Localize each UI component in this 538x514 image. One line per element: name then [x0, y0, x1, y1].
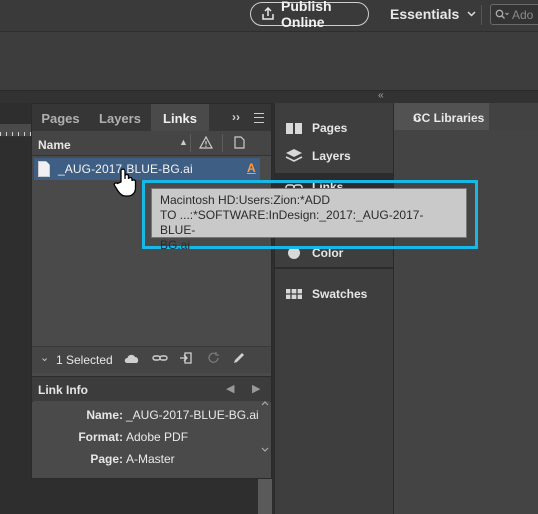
link-actions: [123, 351, 246, 365]
info-value: _AUG-2017-BLUE-BG.ai: [126, 408, 259, 422]
panel-button-swatches[interactable]: Swatches: [275, 280, 393, 308]
info-row-name: Name: _AUG-2017-BLUE-BG.ai: [33, 408, 261, 426]
search-stock-input[interactable]: Ado: [490, 4, 538, 25]
info-value: Adobe PDF: [126, 430, 189, 444]
collapse-panels-icon[interactable]: ‹‹: [378, 90, 384, 101]
tab-links[interactable]: Links: [151, 104, 209, 131]
tab-cc-libraries[interactable]: ›› CC Libraries: [394, 103, 489, 130]
cc-libraries-title: CC Libraries: [413, 111, 485, 125]
selection-count: 1 Selected: [56, 353, 113, 367]
panel-label: Layers: [312, 149, 351, 163]
horizontal-ruler: [0, 124, 32, 137]
column-divider: [190, 134, 191, 152]
info-key: Name:: [86, 408, 123, 422]
relink-icon[interactable]: [179, 351, 195, 365]
search-placeholder: Ado: [512, 7, 534, 22]
link-info-title: Link Info: [38, 383, 88, 397]
more-tabs-icon[interactable]: ››: [232, 110, 240, 124]
link-info-body: Name: _AUG-2017-BLUE-BG.ai Format: Adobe…: [33, 401, 270, 477]
warning-icon[interactable]: [199, 136, 213, 149]
panel-button-layers[interactable]: Layers: [275, 142, 393, 170]
edit-icon[interactable]: [232, 351, 246, 365]
previous-link-icon[interactable]: ◀: [226, 382, 234, 395]
hand-cursor-icon: [113, 168, 137, 197]
divider: [275, 267, 393, 269]
control-strip: [0, 32, 538, 91]
next-link-icon[interactable]: ▶: [252, 382, 260, 395]
column-divider: [222, 134, 223, 152]
page-icon[interactable]: [234, 136, 245, 149]
info-scrollbar[interactable]: [260, 401, 270, 455]
publish-online-label: Publish Online: [281, 0, 332, 30]
cloud-icon[interactable]: [123, 351, 141, 365]
info-row-page: Page: A-Master: [33, 452, 261, 470]
pages-icon: [286, 123, 302, 134]
publish-online-button[interactable]: Publish Online: [250, 0, 369, 30]
search-icon: [495, 9, 509, 19]
info-key: Format:: [78, 430, 123, 444]
link-icon[interactable]: [152, 351, 168, 365]
publish-icon: [262, 7, 274, 20]
application-bar: Publish Online Essentials Ado: [0, 0, 538, 32]
link-info-header: Link Info ◀ ▶: [32, 376, 271, 402]
links-footer: ⌄ 1 Selected: [32, 346, 271, 373]
file-icon: [38, 161, 50, 177]
links-panel: Pages Layers Links ›› Name ▲ _AUG-2017-B…: [31, 103, 272, 479]
panel-dock-bar: [0, 91, 538, 103]
update-icon[interactable]: [206, 351, 221, 365]
panel-menu-icon[interactable]: [254, 113, 264, 123]
info-value: A-Master: [126, 452, 175, 466]
panel-button-pages[interactable]: Pages: [275, 114, 393, 142]
workspace-label: Essentials: [390, 6, 460, 22]
tab-pages[interactable]: Pages: [32, 104, 89, 131]
panel-tabs: Pages Layers Links ››: [32, 104, 271, 131]
layers-icon: [285, 149, 303, 162]
divider: [481, 5, 482, 25]
sort-up-icon[interactable]: ▲: [179, 137, 188, 147]
swatches-icon: [286, 289, 302, 299]
info-key: Page:: [90, 452, 123, 466]
panel-label: Swatches: [312, 287, 368, 301]
cc-libraries-panel: ›› CC Libraries: [394, 103, 538, 514]
workspace-switcher[interactable]: Essentials: [390, 6, 476, 22]
link-status-badge[interactable]: A: [247, 161, 256, 175]
chevron-down-icon: [467, 11, 476, 17]
link-path-tooltip: Macintosh HD:Users:Zion:*ADD TO ...:*SOF…: [151, 188, 467, 252]
info-row-format: Format: Adobe PDF: [33, 430, 261, 448]
column-name[interactable]: Name: [38, 138, 71, 152]
panel-label: Pages: [312, 121, 348, 135]
toggle-link-info-icon[interactable]: ⌄: [40, 351, 49, 364]
links-column-header: Name ▲: [32, 131, 271, 156]
tab-layers[interactable]: Layers: [90, 104, 150, 131]
collapsed-panels: Pages Layers Links Color Swatches: [274, 103, 394, 514]
link-item[interactable]: _AUG-2017-BLUE-BG.ai A: [34, 158, 260, 180]
